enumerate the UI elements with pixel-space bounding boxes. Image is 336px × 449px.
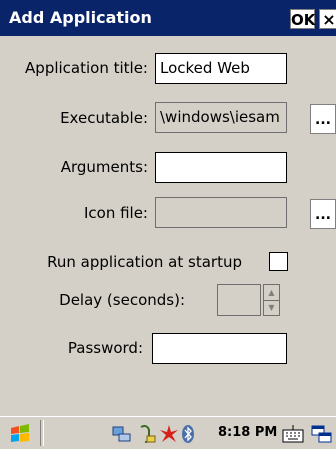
icon-file-field bbox=[155, 197, 287, 228]
bluetooth-icon[interactable] bbox=[181, 424, 195, 444]
app-title-input[interactable]: Locked Web bbox=[155, 53, 287, 84]
ok-button[interactable]: OK bbox=[290, 9, 315, 29]
windows-switch-icon[interactable] bbox=[311, 424, 333, 444]
app-title-label: Application title: bbox=[25, 59, 148, 77]
spin-down-icon: ▼ bbox=[268, 303, 275, 312]
arguments-input[interactable] bbox=[155, 152, 287, 183]
icon-file-label: Icon file: bbox=[83, 204, 148, 222]
network-icon[interactable] bbox=[112, 424, 132, 444]
delay-label: Delay (seconds): bbox=[59, 291, 185, 309]
window-title: Add Application bbox=[9, 8, 152, 27]
close-button[interactable]: × bbox=[319, 9, 336, 29]
password-input[interactable] bbox=[152, 333, 287, 364]
spin-up-icon: ▲ bbox=[264, 285, 279, 301]
executable-label: Executable: bbox=[60, 109, 148, 127]
alert-icon[interactable] bbox=[159, 424, 179, 444]
delay-input bbox=[217, 284, 261, 316]
run-at-startup-checkbox[interactable] bbox=[269, 252, 288, 271]
delay-spinner: ▲ ▼ bbox=[263, 284, 280, 316]
taskbar-divider bbox=[40, 420, 44, 446]
executable-field: \windows\iesam bbox=[155, 102, 287, 133]
run-at-startup-label: Run application at startup bbox=[47, 253, 242, 271]
executable-browse-button[interactable]: ... bbox=[310, 104, 336, 134]
icon-browse-button[interactable]: ... bbox=[310, 199, 336, 229]
keyboard-icon[interactable] bbox=[282, 424, 304, 444]
clock[interactable]: 8:18 PM bbox=[218, 423, 277, 443]
title-bar: Add Application OK × bbox=[0, 0, 336, 36]
taskbar: 8:18 PM bbox=[0, 416, 336, 449]
usb-icon[interactable] bbox=[137, 424, 157, 444]
windows-logo-icon[interactable] bbox=[9, 424, 31, 444]
arguments-label: Arguments: bbox=[60, 158, 148, 176]
password-label: Password: bbox=[67, 339, 143, 357]
